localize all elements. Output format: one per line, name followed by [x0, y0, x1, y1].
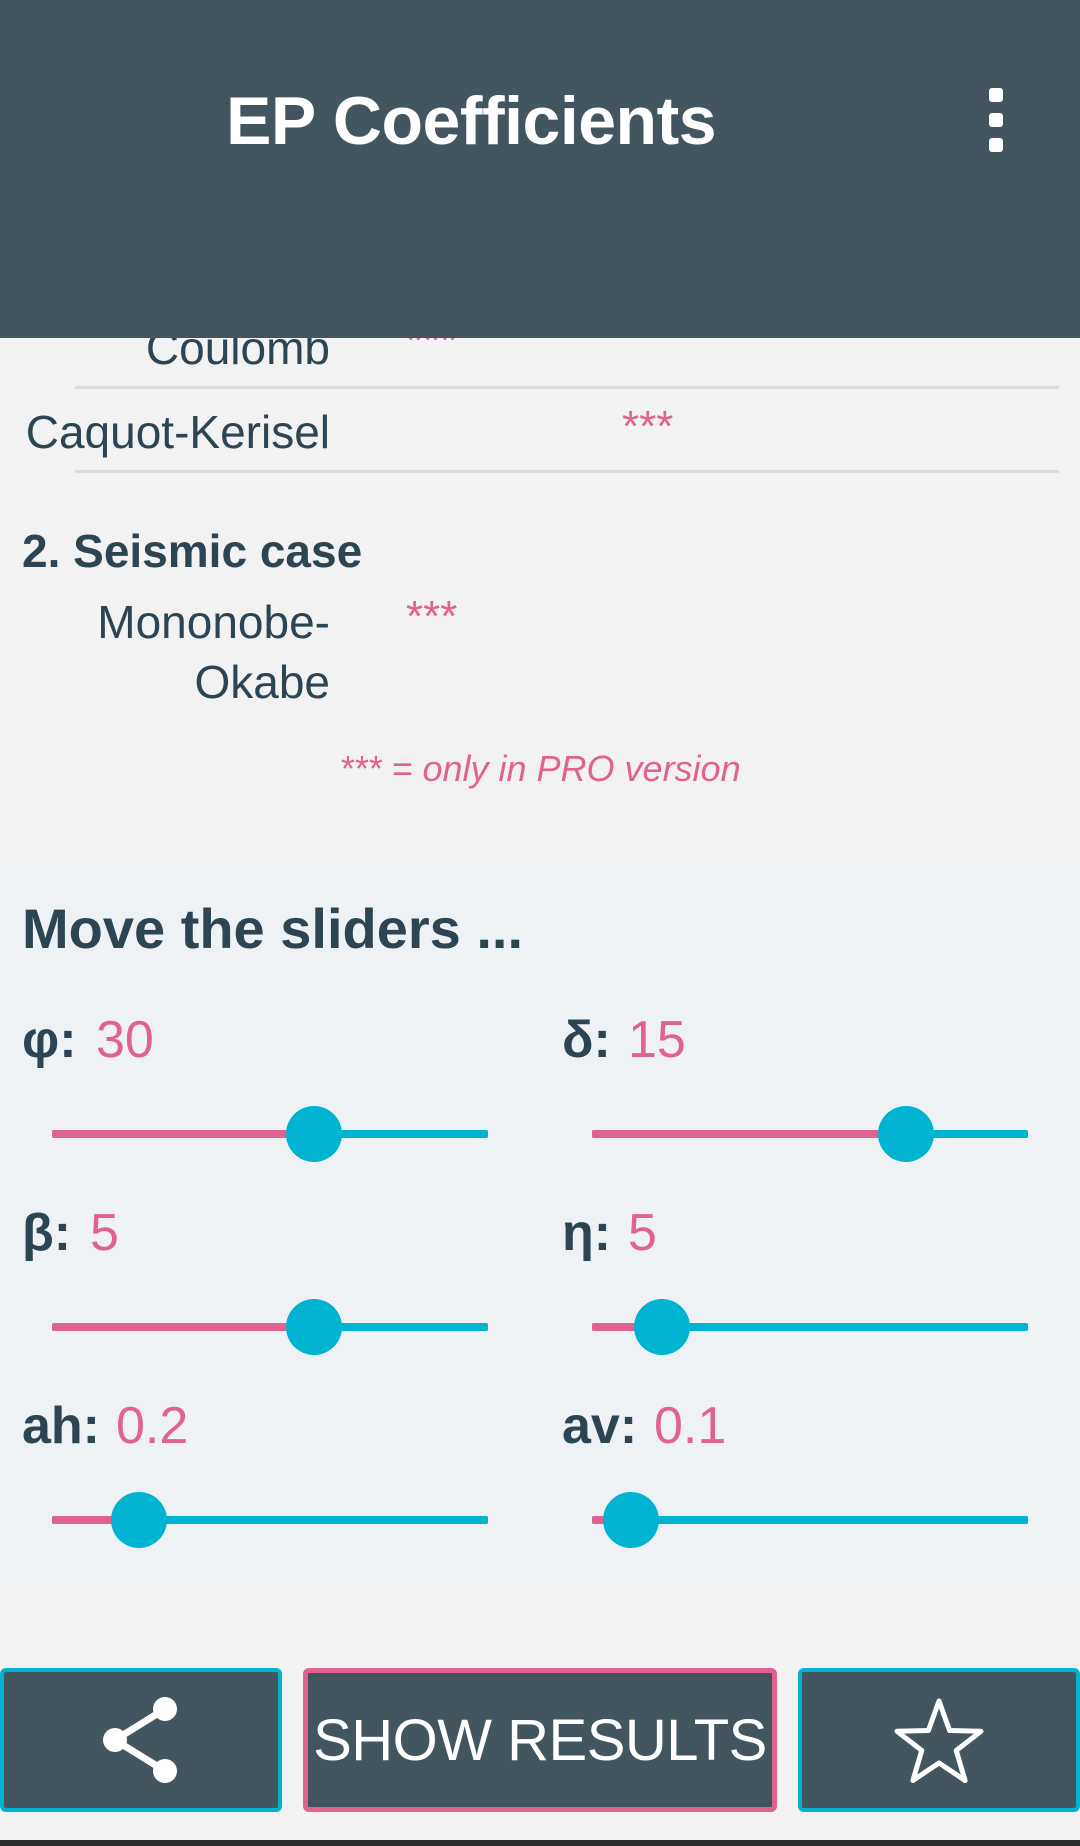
more-dot: [989, 113, 1003, 127]
ah-slider[interactable]: [52, 1492, 488, 1548]
method-value: ***: [406, 592, 458, 641]
delta-slider[interactable]: [592, 1106, 1028, 1162]
show-results-button[interactable]: SHOW RESULTS: [303, 1668, 777, 1812]
param-value: 5: [90, 1204, 119, 1262]
method-name: Coulomb: [145, 338, 330, 374]
param-value: 0.2: [116, 1397, 189, 1455]
param-value: 15: [628, 1011, 686, 1069]
param-phi: φ: 30: [22, 1010, 502, 1170]
method-name-line2: Okabe: [194, 656, 330, 708]
param-value: 30: [96, 1011, 154, 1069]
slider-thumb[interactable]: [603, 1492, 660, 1548]
param-value: 0.1: [654, 1397, 727, 1455]
slider-thumb[interactable]: [285, 1106, 342, 1162]
method-name-line1: Mononobe-: [97, 596, 330, 648]
more-vert-icon[interactable]: [968, 80, 1024, 160]
param-label: β:: [22, 1204, 72, 1262]
more-dot: [989, 138, 1003, 152]
divider: [75, 386, 1059, 389]
eta-slider[interactable]: [592, 1299, 1028, 1355]
method-value: ***: [622, 402, 674, 451]
av-slider[interactable]: [592, 1492, 1028, 1548]
param-value: 5: [628, 1204, 657, 1262]
star-outline-icon: [894, 1698, 984, 1783]
param-beta: β: 5: [22, 1203, 502, 1363]
favorite-button[interactable]: [798, 1668, 1080, 1812]
slider-thumb[interactable]: [877, 1106, 934, 1162]
method-name: Caquot-Kerisel: [25, 406, 330, 458]
share-button[interactable]: [0, 1668, 282, 1812]
phi-slider[interactable]: [52, 1106, 488, 1162]
bottom-action-bar: SHOW RESULTS: [0, 1668, 1080, 1818]
method-value: ***: [406, 338, 458, 365]
nav-bar-edge: [0, 1840, 1080, 1846]
share-icon: [103, 1697, 177, 1783]
results-list[interactable]: Coulomb *** Caquot-Kerisel *** 2. Seismi…: [0, 338, 1080, 858]
app-bar: EP Coefficients: [0, 0, 1080, 338]
param-label: ah:: [22, 1397, 100, 1455]
divider: [75, 470, 1059, 473]
param-av: av: 0.1: [562, 1396, 1042, 1556]
sliders-panel: Move the sliders ... φ: 30 δ: 15 β: 5 η:…: [0, 858, 1080, 1578]
section-heading-seismic: 2. Seismic case: [22, 525, 363, 577]
param-label: η:: [562, 1204, 612, 1262]
slider-fill: [592, 1130, 906, 1138]
method-row-coulomb: Coulomb ***: [0, 338, 1080, 400]
slider-fill: [52, 1323, 314, 1331]
app-title: EP Coefficients: [226, 83, 717, 159]
param-ah: ah: 0.2: [22, 1396, 502, 1556]
sliders-title: Move the sliders ...: [22, 897, 524, 960]
pro-version-note: *** = only in PRO version: [339, 748, 741, 789]
slider-thumb[interactable]: [633, 1299, 690, 1355]
beta-slider[interactable]: [52, 1299, 488, 1355]
slider-thumb[interactable]: [111, 1492, 168, 1548]
param-label: av:: [562, 1397, 638, 1455]
show-results-label: SHOW RESULTS: [313, 1707, 767, 1773]
param-eta: η: 5: [562, 1203, 1042, 1363]
param-label: φ:: [22, 1011, 77, 1069]
slider-fill: [52, 1130, 314, 1138]
more-dot: [989, 88, 1003, 102]
param-delta: δ: 15: [562, 1010, 1042, 1170]
slider-thumb[interactable]: [285, 1299, 342, 1355]
param-label: δ:: [562, 1011, 611, 1069]
